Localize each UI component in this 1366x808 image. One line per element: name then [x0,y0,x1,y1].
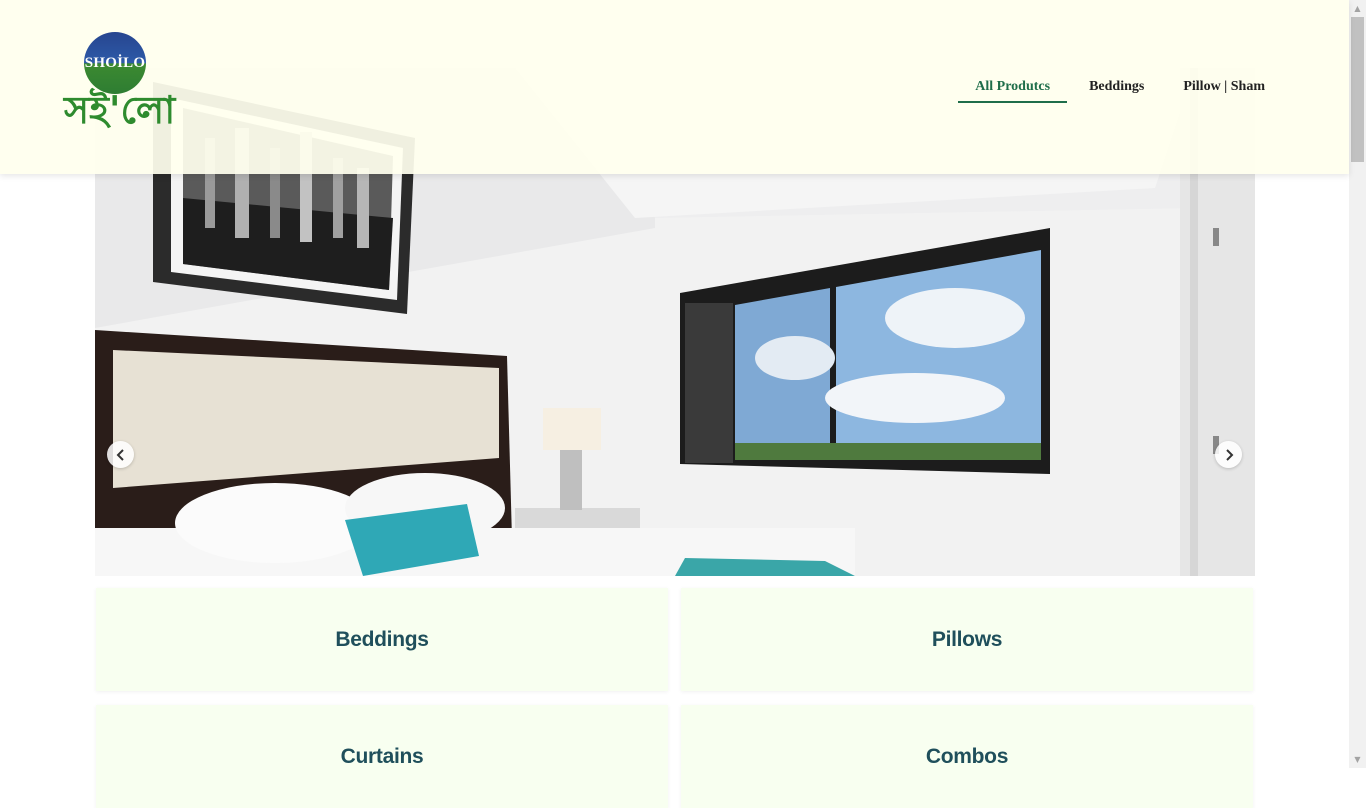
category-label: Combos [925,744,1009,768]
site-header: SHOİLO সই'লো All Produtcs Beddings Pillo… [0,0,1349,174]
nav-item-all-products[interactable]: All Produtcs [958,78,1068,103]
page-scrollbar[interactable]: ▲ ▼ [1349,0,1366,768]
category-label: Pillows [931,627,1003,651]
chevron-left-icon [116,448,124,461]
nav-item-pillow-sham[interactable]: Pillow | Sham [1166,78,1282,101]
nav-item-beddings[interactable]: Beddings [1072,78,1161,101]
category-tile-pillows[interactable]: Pillows [681,588,1253,691]
brand-logo[interactable]: SHOİLO সই'লো [64,32,176,136]
category-tile-beddings[interactable]: Beddings [96,588,668,691]
scroll-thumb[interactable] [1351,17,1364,162]
carousel-prev-button[interactable] [107,441,134,468]
scroll-up-arrow-icon[interactable]: ▲ [1349,0,1366,17]
scroll-down-arrow-icon[interactable]: ▼ [1349,751,1366,768]
category-label: Curtains [340,744,424,768]
logo-bengali-text: সই'লো [64,88,176,132]
chevron-right-icon [1225,448,1233,461]
logo-badge: SHOİLO [84,32,146,94]
main-nav: All Produtcs Beddings Pillow | Sham [953,78,1282,103]
carousel-next-button[interactable] [1215,441,1242,468]
category-tile-combos[interactable]: Combos [681,705,1253,808]
category-tile-curtains[interactable]: Curtains [96,705,668,808]
logo-latin-text: SHOİLO [84,55,146,71]
category-label: Beddings [335,627,429,651]
